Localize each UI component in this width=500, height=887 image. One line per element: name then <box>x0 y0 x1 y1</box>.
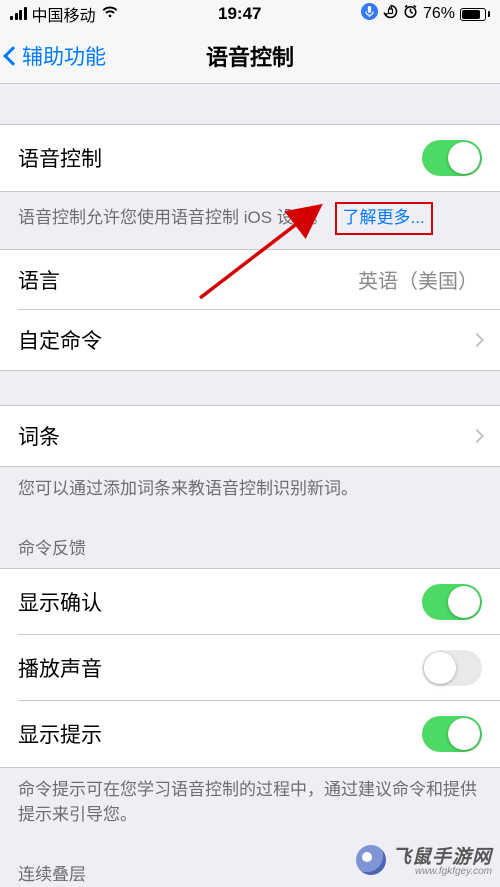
vocab-desc: 您可以通过添加词条来教语音控制识别新词。 <box>0 467 500 516</box>
back-label: 辅助功能 <box>22 41 106 71</box>
show-confirm-row[interactable]: 显示确认 <box>0 568 500 635</box>
orientation-lock-icon <box>383 4 398 24</box>
language-group: 语言 英语（美国） 自定命令 <box>0 249 500 371</box>
status-left: 中国移动 <box>10 2 119 26</box>
chevron-right-icon <box>470 333 484 347</box>
show-confirm-label: 显示确认 <box>18 587 102 617</box>
voice-control-desc-text: 语音控制允许您使用语音控制 iOS 设备。 <box>18 208 328 227</box>
vocab-row[interactable]: 词条 <box>0 405 500 467</box>
play-sound-label: 播放声音 <box>18 653 102 683</box>
voice-control-desc: 语音控制允许您使用语音控制 iOS 设备。 了解更多... <box>0 192 500 249</box>
play-sound-row[interactable]: 播放声音 <box>0 635 500 701</box>
voice-control-label: 语音控制 <box>18 143 102 173</box>
feedback-desc: 命令提示可在您学习语音控制的过程中，通过建议命令和提供提示来引导您。 <box>0 768 500 841</box>
wifi-icon <box>101 5 119 23</box>
signal-icon <box>10 8 27 20</box>
chevron-left-icon <box>3 46 23 66</box>
show-hint-row[interactable]: 显示提示 <box>0 701 500 768</box>
page-title: 语音控制 <box>206 40 294 72</box>
mic-icon <box>361 3 378 25</box>
show-hint-label: 显示提示 <box>18 719 102 749</box>
voice-control-toggle[interactable] <box>422 140 482 176</box>
voice-control-group: 语音控制 <box>0 124 500 192</box>
show-hint-toggle[interactable] <box>422 716 482 752</box>
language-label: 语言 <box>18 265 60 295</box>
learn-more-highlight: 了解更多... <box>335 202 433 235</box>
alarm-icon <box>403 4 418 24</box>
language-row[interactable]: 语言 英语（美国） <box>0 249 500 310</box>
chevron-right-icon <box>470 429 484 443</box>
back-button[interactable]: 辅助功能 <box>6 28 106 83</box>
feedback-group: 显示确认 播放声音 显示提示 <box>0 568 500 768</box>
play-sound-toggle[interactable] <box>422 650 482 686</box>
custom-commands-label: 自定命令 <box>18 325 102 355</box>
status-right: 76% <box>361 3 490 25</box>
status-bar: 中国移动 19:47 76% <box>0 0 500 28</box>
watermark-text: 飞鼠手游网 <box>392 847 492 868</box>
voice-control-row[interactable]: 语音控制 <box>0 124 500 192</box>
vocab-label: 词条 <box>18 421 60 451</box>
status-time: 19:47 <box>218 4 261 24</box>
show-confirm-toggle[interactable] <box>422 584 482 620</box>
learn-more-link[interactable]: 了解更多... <box>343 208 425 227</box>
language-value: 英语（美国） <box>358 265 482 294</box>
watermark: 飞鼠手游网 www.fgkfgey.com <box>356 842 492 877</box>
battery-icon <box>460 8 490 21</box>
watermark-logo-icon <box>356 845 386 875</box>
custom-commands-row[interactable]: 自定命令 <box>0 310 500 371</box>
vocab-group: 词条 <box>0 405 500 467</box>
nav-header: 辅助功能 语音控制 <box>0 28 500 84</box>
carrier-label: 中国移动 <box>32 2 96 26</box>
battery-pct: 76% <box>423 5 455 23</box>
feedback-header: 命令反馈 <box>0 515 500 568</box>
